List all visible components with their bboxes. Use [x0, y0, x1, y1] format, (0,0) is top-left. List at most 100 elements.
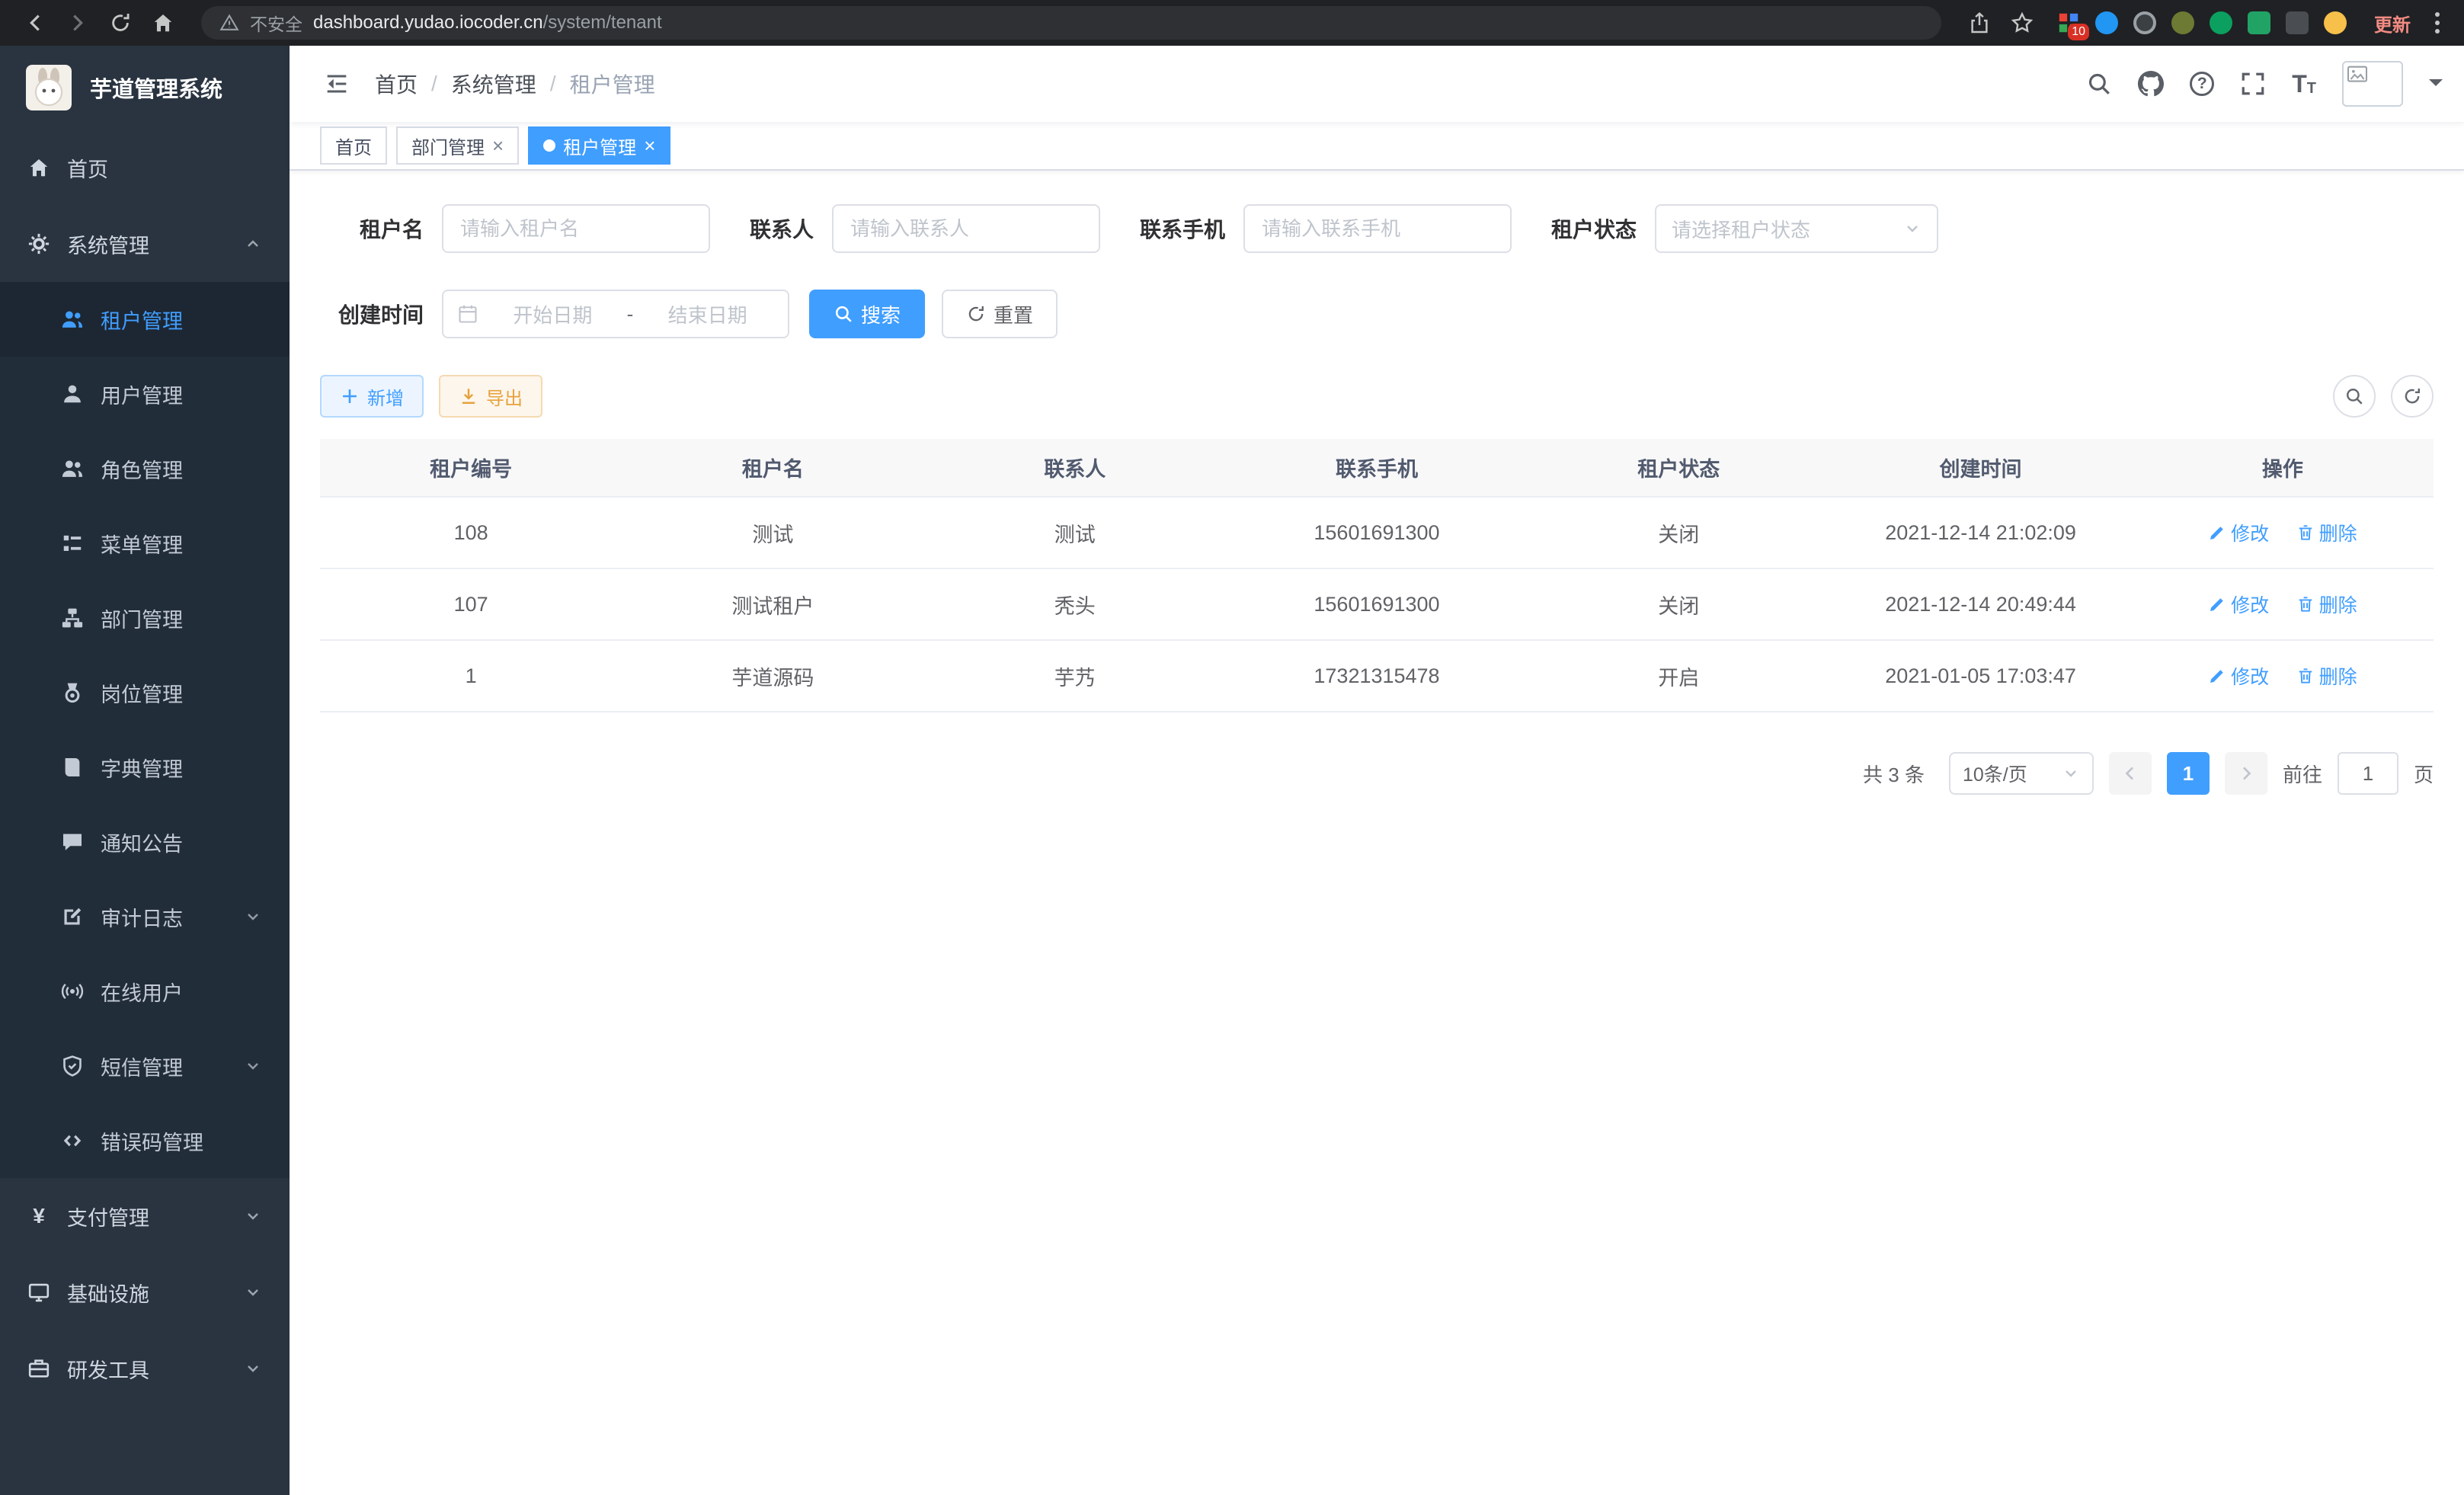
edit-icon: [2208, 667, 2226, 685]
extension-icon-dark-ring[interactable]: [2133, 11, 2156, 34]
breadcrumb-home[interactable]: 首页: [375, 69, 418, 99]
edit-icon: [2208, 523, 2226, 542]
sidebar-item-label: 租户管理: [101, 305, 262, 335]
sidebar-item-role[interactable]: 角色管理: [0, 431, 290, 506]
active-tag-dot: [543, 139, 555, 152]
signal-icon: [61, 980, 84, 1003]
end-date-placeholder: 结束日期: [641, 300, 774, 328]
share-button[interactable]: [1960, 3, 1999, 43]
tag-home[interactable]: 首页: [320, 126, 387, 165]
sidebar-item-audit-log[interactable]: 审计日志: [0, 879, 290, 954]
edit-link[interactable]: 修改: [2208, 519, 2269, 546]
sidebar-item-notice[interactable]: 通知公告: [0, 805, 290, 879]
delete-link[interactable]: 删除: [2296, 591, 2357, 618]
sidebar-item-dict[interactable]: 字典管理: [0, 730, 290, 805]
chevron-down-icon[interactable]: [2429, 79, 2443, 93]
phone-label: 联系手机: [1140, 213, 1225, 244]
logo[interactable]: 芋道管理系统: [0, 46, 290, 130]
sidebar-item-label: 角色管理: [101, 454, 262, 484]
table-toolbar: 新增 导出: [320, 375, 2434, 418]
breadcrumb-separator: /: [431, 72, 437, 96]
sidebar-item-dept[interactable]: 部门管理: [0, 581, 290, 655]
edit-link[interactable]: 修改: [2208, 662, 2269, 690]
contact-input[interactable]: [832, 204, 1100, 253]
close-icon[interactable]: ×: [644, 136, 655, 155]
browser-update-button[interactable]: 更新: [2374, 10, 2411, 37]
date-range-picker[interactable]: 开始日期 - 结束日期: [442, 290, 789, 338]
extension-icon-blue[interactable]: [2095, 11, 2118, 34]
filter-status: 租户状态 请选择租户状态: [1551, 204, 1938, 253]
sidebar-item-system[interactable]: 系统管理: [0, 206, 290, 282]
sidebar-item-online-users[interactable]: 在线用户: [0, 954, 290, 1029]
browser-back-button[interactable]: [15, 3, 55, 43]
delete-link[interactable]: 删除: [2296, 519, 2357, 546]
trash-icon: [2296, 523, 2315, 542]
sidebar-item-dev-tools[interactable]: 研发工具: [0, 1330, 290, 1407]
browser-menu-icon[interactable]: [2435, 12, 2440, 34]
tag-label: 租户管理: [563, 133, 636, 159]
toggle-search-button[interactable]: [2333, 375, 2376, 418]
sidebar-item-error-code[interactable]: 错误码管理: [0, 1103, 290, 1178]
phone-input[interactable]: [1243, 204, 1512, 253]
goto-page-input[interactable]: [2338, 752, 2398, 795]
tag-dept[interactable]: 部门管理 ×: [396, 126, 519, 165]
extension-icon-olive[interactable]: [2171, 11, 2194, 34]
status-select[interactable]: 请选择租户状态: [1655, 204, 1938, 253]
sidebar-item-post[interactable]: 岗位管理: [0, 655, 290, 730]
page-1-button[interactable]: 1: [2167, 752, 2210, 795]
browser-profile-avatar[interactable]: [2324, 11, 2347, 34]
export-button[interactable]: 导出: [439, 375, 542, 418]
navbar-actions: ? TT: [2086, 61, 2443, 107]
refresh-table-button[interactable]: [2391, 375, 2434, 418]
filter-actions: 搜索 重置: [809, 290, 1058, 338]
delete-link[interactable]: 删除: [2296, 662, 2357, 690]
close-icon[interactable]: ×: [492, 136, 504, 155]
fullscreen-icon[interactable]: [2240, 71, 2266, 97]
reset-button-label: 重置: [994, 300, 1033, 328]
sidebar-item-tenant[interactable]: 租户管理: [0, 282, 290, 357]
prev-page-button[interactable]: [2109, 752, 2152, 795]
search-icon[interactable]: [2086, 71, 2112, 97]
cell-contact: 芋艿: [924, 640, 1226, 712]
next-page-button[interactable]: [2225, 752, 2267, 795]
sidebar-item-sms[interactable]: 短信管理: [0, 1029, 290, 1103]
sidebar-item-label: 基础设施: [67, 1278, 227, 1308]
filter-create-time: 创建时间 开始日期 - 结束日期: [320, 290, 789, 338]
browser-home-button[interactable]: [143, 3, 183, 43]
github-icon[interactable]: [2138, 71, 2164, 97]
chevron-right-icon: [2237, 764, 2255, 783]
add-button-label: 新增: [367, 383, 404, 410]
add-button[interactable]: 新增: [320, 375, 424, 418]
collapse-sidebar-button[interactable]: [311, 58, 363, 110]
font-size-icon[interactable]: TT: [2292, 72, 2316, 96]
sidebar-item-user[interactable]: 用户管理: [0, 357, 290, 431]
sidebar-item-infra[interactable]: 基础设施: [0, 1254, 290, 1330]
help-icon[interactable]: ?: [2190, 72, 2214, 96]
extension-icon-puzzle[interactable]: [2286, 11, 2309, 34]
tag-tenant-active[interactable]: 租户管理 ×: [528, 126, 670, 165]
extension-icon-green-square[interactable]: [2248, 11, 2270, 34]
sidebar-item-menu[interactable]: 菜单管理: [0, 506, 290, 581]
sidebar-item-label: 用户管理: [101, 379, 262, 409]
browser-forward-button[interactable]: [58, 3, 98, 43]
breadcrumb-system[interactable]: 系统管理: [451, 69, 536, 99]
edit-link[interactable]: 修改: [2208, 591, 2269, 618]
cell-created: 2021-12-14 20:49:44: [1829, 568, 2131, 640]
org-tree-icon: [61, 607, 84, 629]
page-size-select[interactable]: 10条/页: [1949, 752, 2094, 795]
search-button[interactable]: 搜索: [809, 290, 925, 338]
tenant-table: 租户编号 租户名 联系人 联系手机 租户状态 创建时间 操作 108 测试: [320, 439, 2434, 712]
reset-button[interactable]: 重置: [942, 290, 1058, 338]
avatar[interactable]: [2342, 61, 2403, 107]
address-bar[interactable]: 不安全 dashboard.yudao.iocoder.cn/system/te…: [201, 6, 1941, 40]
extension-icon-green-circle[interactable]: [2210, 11, 2232, 34]
bookmark-button[interactable]: [2002, 3, 2042, 43]
column-header: 联系手机: [1226, 439, 1528, 497]
extension-grid-icon[interactable]: 10: [2057, 11, 2080, 34]
sidebar-item-home[interactable]: 首页: [0, 130, 290, 206]
sidebar-item-label: 通知公告: [101, 828, 262, 857]
tenant-name-input[interactable]: [442, 204, 710, 253]
sidebar-item-payment[interactable]: ¥ 支付管理: [0, 1178, 290, 1254]
filter-row-1: 租户名 联系人 联系手机 租户状态 请选择租户状态: [320, 204, 2434, 253]
browser-reload-button[interactable]: [101, 3, 140, 43]
